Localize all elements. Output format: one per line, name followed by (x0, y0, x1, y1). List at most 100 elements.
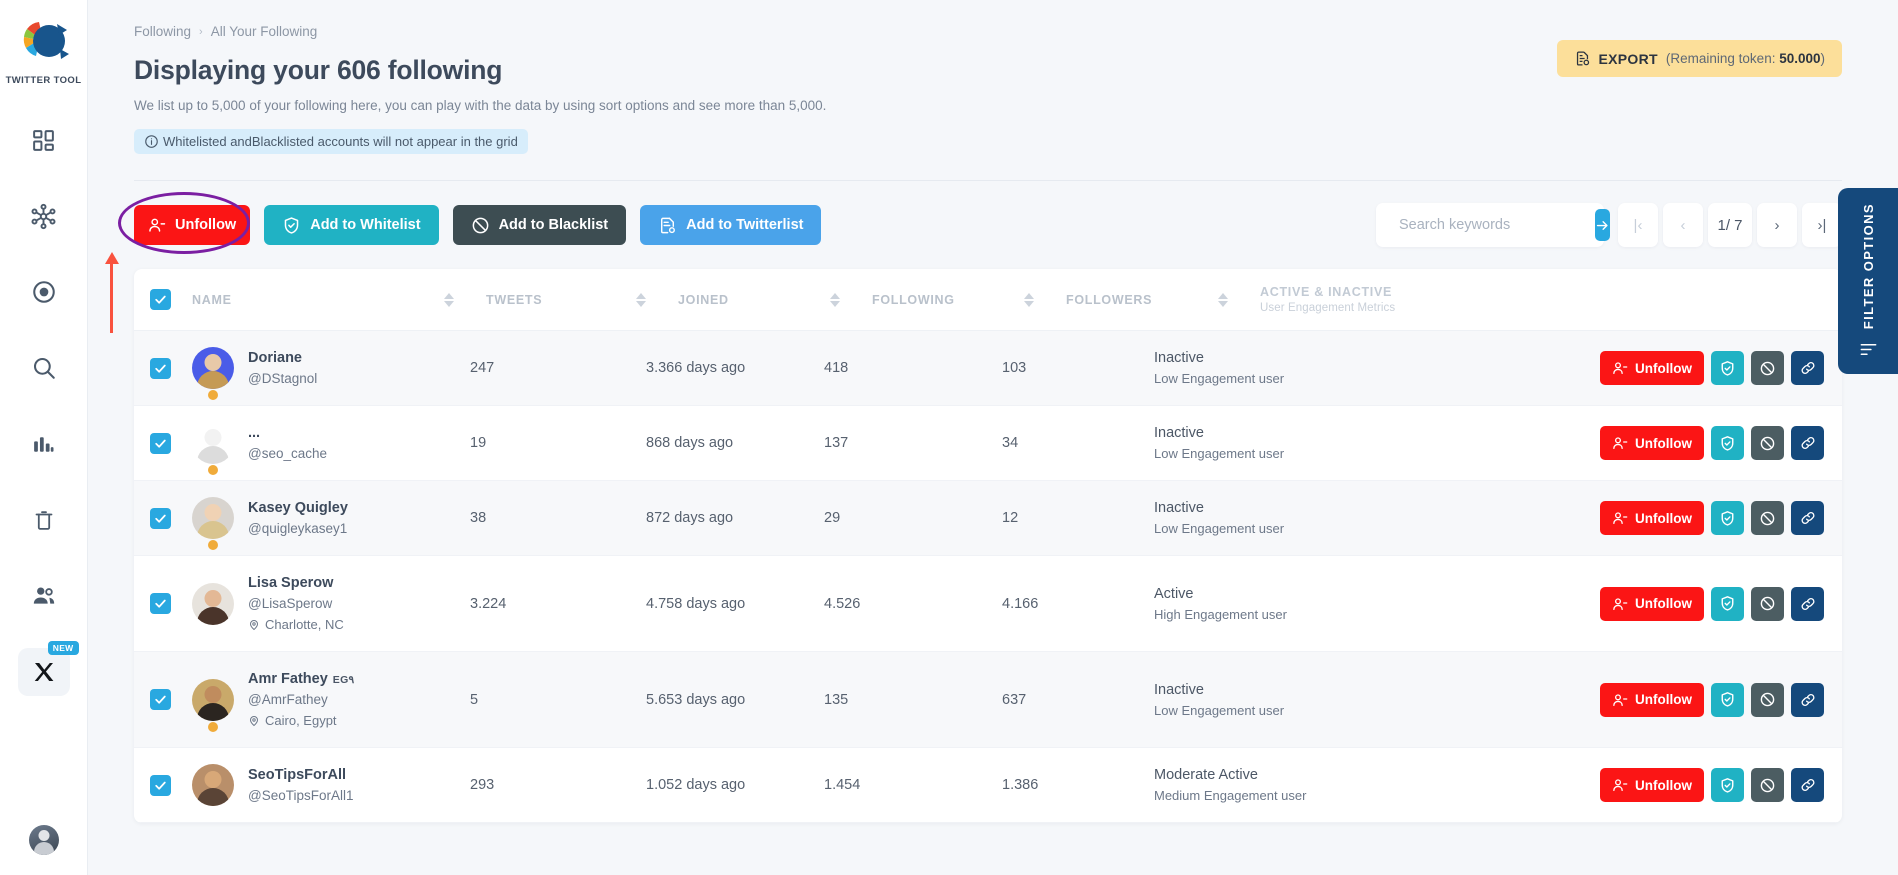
row-unfollow-button[interactable]: Unfollow (1600, 351, 1704, 385)
sidebar-item-x[interactable]: NEW (17, 641, 79, 696)
bulk-unfollow-button[interactable]: Unfollow (134, 205, 251, 245)
link-chain-icon (1801, 597, 1814, 610)
breadcrumb-current[interactable]: All Your Following (211, 24, 318, 39)
user-name[interactable]: Doriane (248, 350, 317, 366)
row-whitelist-button[interactable] (1711, 351, 1744, 385)
row-whitelist-button[interactable] (1711, 768, 1744, 802)
list-add-icon (661, 217, 676, 233)
user-handle[interactable]: @SeoTipsForAll1 (248, 788, 354, 803)
sort-toggle-following[interactable] (1024, 292, 1050, 307)
row-blacklist-button[interactable] (1751, 586, 1784, 621)
row-link-button[interactable] (1791, 501, 1824, 535)
following-table: NAME TWEETS JOINED FOLLOWING FOLLOWERS A… (134, 269, 1842, 823)
user-handle[interactable]: @quigleykasey1 (248, 521, 348, 536)
row-checkbox[interactable] (150, 507, 171, 529)
row-blacklist-button[interactable] (1751, 768, 1784, 802)
row-checkbox[interactable] (150, 357, 171, 379)
pagination-first-button[interactable]: |‹ (1618, 203, 1658, 247)
user-identity: Doriane @DStagnol (248, 350, 317, 386)
row-blacklist-button[interactable] (1751, 426, 1784, 460)
row-whitelist-button[interactable] (1711, 426, 1744, 460)
row-checkbox[interactable] (150, 593, 171, 614)
user-minus-icon (1613, 362, 1628, 374)
row-checkbox[interactable] (150, 689, 171, 710)
user-name[interactable]: Amr Fathey EG۹ (248, 671, 354, 687)
row-link-button[interactable] (1791, 682, 1824, 717)
row-actions: Unfollow (1584, 351, 1824, 385)
pagination-next-button[interactable]: › (1757, 203, 1797, 247)
bulk-whitelist-button[interactable]: Add to Whitelist (264, 205, 439, 245)
user-cell: Amr Fathey EG۹ @AmrFathey Cairo, Egypt (192, 671, 444, 732)
notice-banner: Whitelisted andBlacklisted accounts will… (134, 129, 528, 154)
column-header-joined[interactable]: JOINED (678, 293, 830, 307)
user-name[interactable]: ... (248, 425, 327, 441)
avatar[interactable] (192, 678, 234, 721)
user-name[interactable]: Lisa Sperow (248, 575, 344, 591)
row-checkbox[interactable] (150, 774, 171, 796)
filter-options-tab[interactable]: FILTER OPTIONS (1838, 188, 1898, 374)
sidebar-item-dashboard[interactable] (18, 116, 70, 164)
check-icon (155, 695, 166, 704)
user-name[interactable]: SeoTipsForAll (248, 767, 354, 783)
sort-toggle-tweets[interactable] (636, 292, 662, 307)
row-unfollow-button[interactable]: Unfollow (1600, 426, 1704, 460)
avatar[interactable] (192, 497, 234, 539)
page-content: Following › All Your Following Displayin… (88, 0, 1898, 333)
breadcrumb-parent[interactable]: Following (134, 24, 191, 39)
row-whitelist-button[interactable] (1711, 586, 1744, 621)
row-link-button[interactable] (1791, 426, 1824, 460)
column-header-engagement-subtitle: User Engagement Metrics (1260, 302, 1396, 314)
column-header-followers[interactable]: FOLLOWERS (1066, 293, 1218, 307)
user-handle[interactable]: @AmrFathey (248, 692, 354, 707)
row-checkbox[interactable] (150, 432, 171, 454)
column-header-name[interactable]: NAME (192, 293, 444, 307)
avatar[interactable] (192, 347, 234, 389)
row-blacklist-button[interactable] (1751, 501, 1784, 535)
row-unfollow-button[interactable]: Unfollow (1600, 682, 1704, 717)
row-blacklist-button[interactable] (1751, 351, 1784, 385)
pagination-prev-button[interactable]: ‹ (1663, 203, 1703, 247)
bulk-blacklist-button[interactable]: Add to Blacklist (452, 205, 627, 245)
search-submit-button[interactable] (1595, 209, 1610, 241)
sort-toggle-name[interactable] (444, 292, 470, 307)
column-header-following[interactable]: FOLLOWING (872, 293, 1024, 307)
sidebar-item-search[interactable] (18, 344, 70, 392)
cell-joined: 872 days ago (646, 510, 734, 526)
table-row: Doriane @DStagnol 247 3.366 days ago 418… (134, 331, 1842, 406)
row-unfollow-button[interactable]: Unfollow (1600, 768, 1704, 802)
link-chain-icon (1801, 693, 1814, 706)
sidebar-item-following[interactable] (18, 572, 70, 620)
bulk-twitterlist-button[interactable]: Add to Twitterlist (640, 205, 822, 245)
sidebar-item-network[interactable] (18, 192, 70, 240)
avatar[interactable] (192, 764, 234, 806)
user-name[interactable]: Kasey Quigley (248, 500, 348, 516)
sort-toggle-joined[interactable] (830, 292, 856, 307)
block-circle-icon (1760, 778, 1775, 792)
check-icon (155, 514, 166, 523)
row-link-button[interactable] (1791, 586, 1824, 621)
export-button[interactable]: EXPORT (Remaining token: 50.000) (1556, 40, 1842, 77)
sidebar-item-cleanup[interactable] (18, 496, 70, 544)
brand[interactable]: TWITTER TOOL (6, 16, 82, 86)
row-whitelist-button[interactable] (1711, 682, 1744, 717)
user-handle[interactable]: @DStagnol (248, 371, 317, 386)
search-input[interactable] (1399, 217, 1586, 233)
column-header-tweets[interactable]: TWEETS (486, 293, 636, 307)
row-link-button[interactable] (1791, 351, 1824, 385)
row-unfollow-button[interactable]: Unfollow (1600, 501, 1704, 535)
user-handle[interactable]: @seo_cache (248, 446, 327, 461)
user-handle[interactable]: @LisaSperow (248, 596, 344, 611)
row-blacklist-button[interactable] (1751, 682, 1784, 717)
sidebar-item-analytics[interactable] (18, 420, 70, 468)
pagination-last-button[interactable]: ›| (1802, 203, 1842, 247)
row-link-button[interactable] (1791, 768, 1824, 802)
sort-toggle-followers[interactable] (1218, 292, 1244, 307)
row-unfollow-button[interactable]: Unfollow (1600, 586, 1704, 621)
check-icon (155, 364, 166, 373)
user-avatar[interactable] (28, 825, 59, 855)
row-whitelist-button[interactable] (1711, 501, 1744, 535)
avatar[interactable] (192, 422, 234, 464)
sidebar-item-target[interactable] (18, 268, 70, 316)
avatar[interactable] (192, 582, 234, 625)
select-all-checkbox[interactable] (150, 289, 171, 310)
